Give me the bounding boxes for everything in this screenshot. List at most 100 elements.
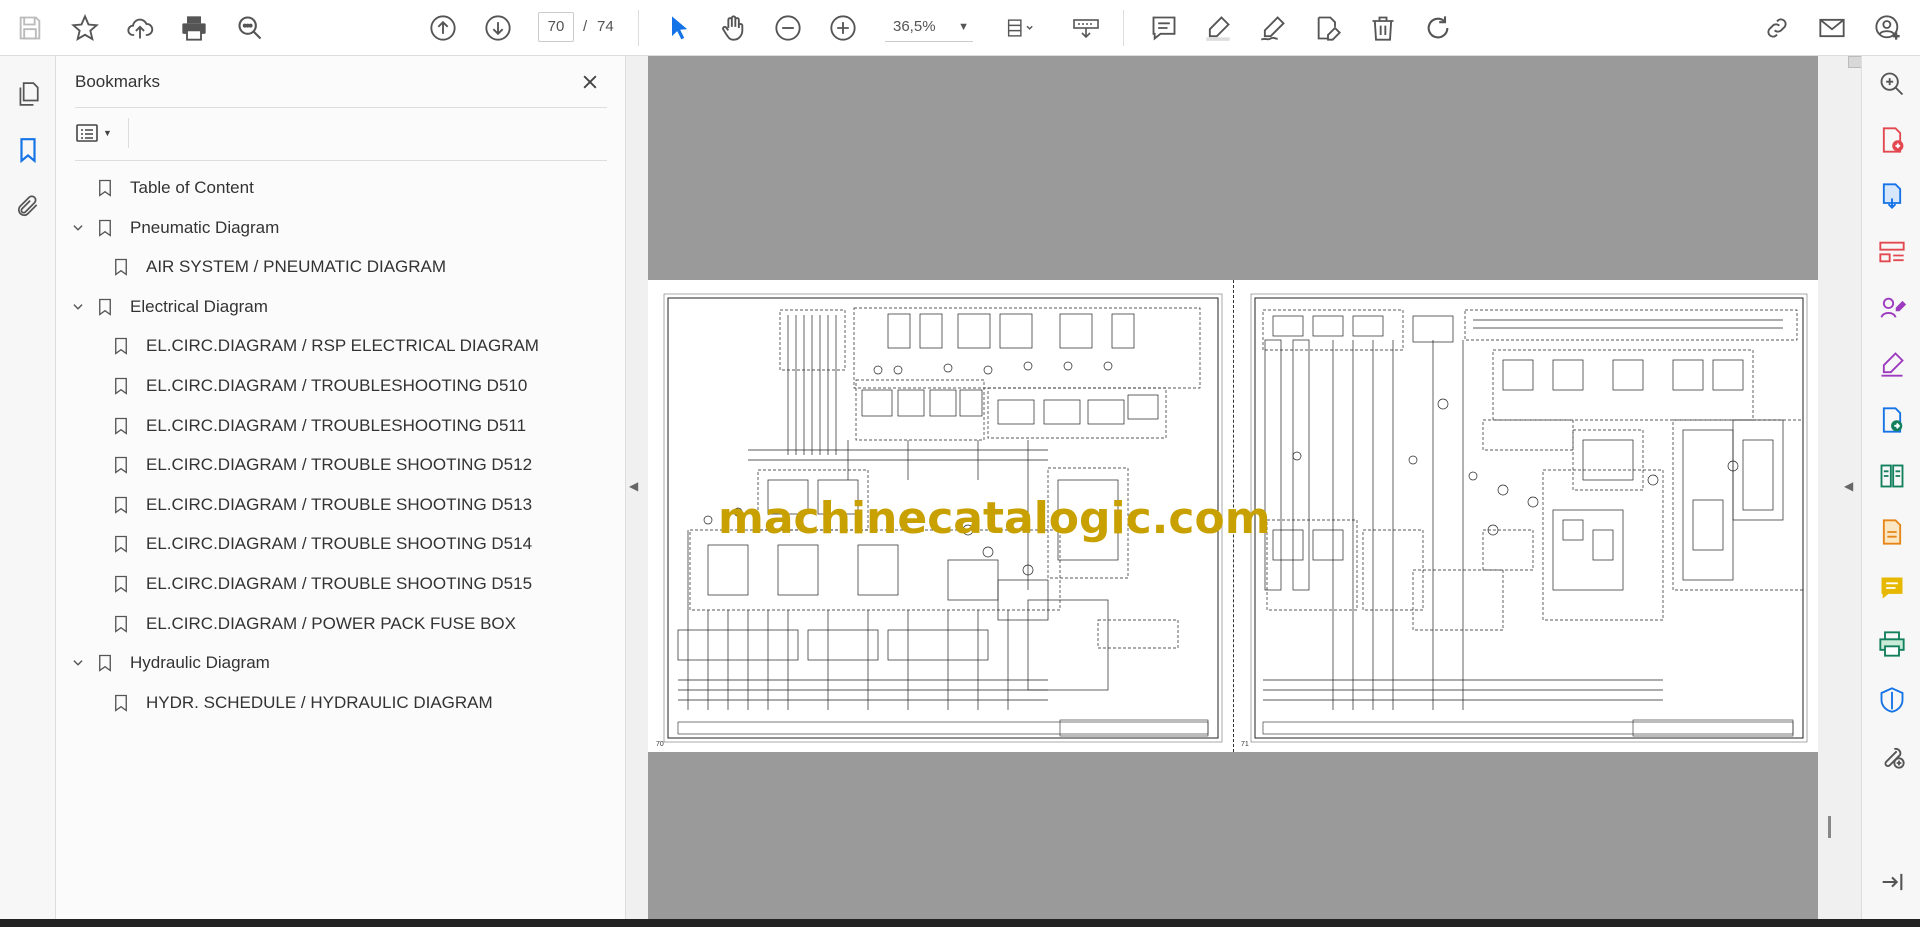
highlight-icon[interactable] bbox=[1200, 10, 1236, 46]
bookmark-icon bbox=[112, 336, 130, 356]
bookmark-item[interactable]: EL.CIRC.DIAGRAM / TROUBLESHOOTING D511 bbox=[112, 410, 526, 442]
email-icon[interactable] bbox=[1814, 10, 1850, 46]
expand-panel-icon[interactable] bbox=[1876, 866, 1908, 898]
fit-page-icon[interactable] bbox=[995, 10, 1045, 46]
bookmarks-icon[interactable] bbox=[10, 132, 46, 168]
print-icon[interactable] bbox=[176, 10, 212, 46]
bookmark-icon bbox=[112, 416, 130, 436]
find-icon[interactable] bbox=[232, 10, 268, 46]
draw-icon[interactable] bbox=[1255, 10, 1291, 46]
scroll-mode-icon[interactable] bbox=[1066, 10, 1106, 46]
watermark: machinecatalogic.com bbox=[718, 493, 1271, 544]
chevron-down-icon: ▼ bbox=[103, 128, 112, 138]
collapse-right-panel-icon[interactable]: ◀ bbox=[1844, 479, 1853, 493]
bookmark-item[interactable]: Pneumatic Diagram bbox=[70, 212, 279, 244]
document-viewport[interactable]: ◀ 70 71 machinecatalogic.com ◀ bbox=[626, 56, 1862, 919]
bookmark-label: EL.CIRC.DIAGRAM / TROUBLE SHOOTING D515 bbox=[146, 574, 533, 593]
page-spread: 70 71 machinecatalogic.com bbox=[648, 280, 1818, 752]
bookmark-icon bbox=[112, 574, 130, 594]
upload-icon[interactable] bbox=[122, 10, 158, 46]
organize-pages-icon[interactable] bbox=[1876, 236, 1908, 268]
chevron-down-icon[interactable] bbox=[70, 300, 86, 314]
bookmark-label: EL.CIRC.DIAGRAM / TROUBLE SHOOTING D513 bbox=[146, 494, 533, 514]
next-page-icon[interactable] bbox=[480, 10, 516, 46]
bookmark-item[interactable]: EL.CIRC.DIAGRAM / TROUBLESHOOTING D510 bbox=[112, 370, 527, 402]
bookmark-star-icon[interactable] bbox=[67, 10, 103, 46]
scrollbar-thumb[interactable] bbox=[1848, 56, 1862, 68]
request-signature-icon[interactable] bbox=[1876, 348, 1908, 380]
bookmark-icon bbox=[96, 297, 114, 317]
hand-icon[interactable] bbox=[715, 10, 751, 46]
more-tools-icon[interactable] bbox=[1876, 740, 1908, 772]
bookmark-label: Hydraulic Diagram bbox=[130, 653, 270, 673]
chevron-down-icon[interactable] bbox=[70, 656, 86, 670]
bookmarks-panel: Bookmarks ▼ Table of Content Pneumatic Di… bbox=[56, 56, 626, 919]
page-thumbnails-icon[interactable] bbox=[10, 76, 46, 112]
bookmark-item[interactable]: EL.CIRC.DIAGRAM / RSP ELECTRICAL DIAGRAM bbox=[112, 330, 539, 362]
print-production-icon[interactable] bbox=[1876, 628, 1908, 660]
zoom-search-icon[interactable] bbox=[1876, 68, 1908, 100]
prev-page-icon[interactable] bbox=[425, 10, 461, 46]
bookmark-label: EL.CIRC.DIAGRAM / POWER PACK FUSE BOX bbox=[146, 613, 516, 633]
send-for-review-icon[interactable] bbox=[1876, 404, 1908, 436]
compare-icon[interactable] bbox=[1876, 460, 1908, 492]
bookmark-label: AIR SYSTEM / PNEUMATIC DIAGRAM bbox=[146, 257, 447, 277]
right-page-number: 71 bbox=[1241, 741, 1249, 748]
bookmark-item[interactable]: EL.CIRC.DIAGRAM / TROUBLE SHOOTING D513 bbox=[112, 489, 532, 521]
share-link-icon[interactable] bbox=[1759, 10, 1795, 46]
bookmark-label: Table of Content bbox=[130, 178, 254, 197]
zoom-select[interactable]: 36,5% ▼ bbox=[885, 12, 973, 42]
delete-icon[interactable] bbox=[1365, 10, 1401, 46]
bookmark-item[interactable]: HYDR. SCHEDULE / HYDRAULIC DIAGRAM bbox=[112, 687, 493, 719]
bookmark-label: HYDR. SCHEDULE / HYDRAULIC DIAGRAM bbox=[146, 692, 493, 712]
protect-doc-icon[interactable] bbox=[1876, 516, 1908, 548]
chevron-down-icon[interactable] bbox=[70, 221, 86, 235]
protect-icon[interactable] bbox=[1876, 684, 1908, 716]
comment-icon[interactable] bbox=[1146, 10, 1182, 46]
page-separator: / bbox=[583, 18, 588, 35]
zoom-value: 36,5% bbox=[893, 18, 936, 35]
account-icon[interactable] bbox=[1870, 10, 1906, 46]
right-tools-rail bbox=[1861, 56, 1920, 919]
bookmark-label: EL.CIRC.DIAGRAM / RSP ELECTRICAL DIAGRAM bbox=[146, 336, 539, 356]
bookmark-options-button[interactable]: ▼ bbox=[75, 118, 123, 148]
bookmark-item[interactable]: AIR SYSTEM / PNEUMATIC DIAGRAM bbox=[112, 251, 446, 283]
bookmark-item[interactable]: EL.CIRC.DIAGRAM / TROUBLE SHOOTING D512 bbox=[112, 449, 532, 481]
taskbar bbox=[0, 919, 1920, 927]
close-icon[interactable] bbox=[576, 68, 604, 96]
fill-sign-icon[interactable] bbox=[1876, 292, 1908, 324]
select-icon[interactable] bbox=[661, 10, 697, 46]
bookmark-item[interactable]: Table of Content bbox=[70, 172, 254, 204]
collapse-left-panel-icon[interactable]: ◀ bbox=[629, 479, 638, 493]
scroll-handle[interactable] bbox=[1828, 816, 1831, 838]
export-pdf-icon[interactable] bbox=[1876, 180, 1908, 212]
list-options-icon bbox=[76, 124, 98, 142]
comment-tool-icon[interactable] bbox=[1876, 572, 1908, 604]
left-navigation-rail bbox=[0, 56, 56, 919]
bookmark-item[interactable]: EL.CIRC.DIAGRAM / POWER PACK FUSE BOX bbox=[112, 608, 516, 640]
bookmark-item[interactable]: EL.CIRC.DIAGRAM / TROUBLE SHOOTING D515 bbox=[112, 568, 532, 600]
divider bbox=[75, 107, 607, 108]
bookmark-item[interactable]: Electrical Diagram bbox=[70, 291, 268, 323]
bookmark-label: EL.CIRC.DIAGRAM / TROUBLE SHOOTING D512 bbox=[146, 455, 533, 475]
edit-icon[interactable] bbox=[1310, 10, 1346, 46]
rotate-icon[interactable] bbox=[1420, 10, 1456, 46]
bookmark-label: EL.CIRC.DIAGRAM / TROUBLESHOOTING D511 bbox=[146, 415, 527, 435]
create-pdf-icon[interactable] bbox=[1876, 124, 1908, 156]
divider bbox=[75, 160, 607, 161]
attachments-icon[interactable] bbox=[10, 188, 46, 224]
zoom-in-icon[interactable] bbox=[825, 10, 861, 46]
bookmark-item[interactable]: Hydraulic Diagram bbox=[70, 647, 270, 679]
save-icon[interactable] bbox=[12, 10, 48, 46]
acrobat-window: 70 / 74 36,5% ▼ Bookmarks ▼ Table of Con… bbox=[0, 0, 1920, 927]
page-number-input[interactable]: 70 bbox=[538, 12, 574, 42]
bookmark-icon bbox=[112, 693, 130, 713]
zoom-out-icon[interactable] bbox=[770, 10, 806, 46]
page-total: 74 bbox=[597, 18, 614, 35]
bookmark-label: EL.CIRC.DIAGRAM / TROUBLE SHOOTING D514 bbox=[146, 534, 533, 554]
bookmarks-title: Bookmarks bbox=[75, 72, 161, 91]
bookmark-icon bbox=[112, 257, 130, 277]
left-page-number: 70 bbox=[656, 741, 664, 748]
bookmark-item[interactable]: EL.CIRC.DIAGRAM / TROUBLE SHOOTING D514 bbox=[112, 528, 532, 560]
bookmark-icon bbox=[96, 218, 114, 238]
